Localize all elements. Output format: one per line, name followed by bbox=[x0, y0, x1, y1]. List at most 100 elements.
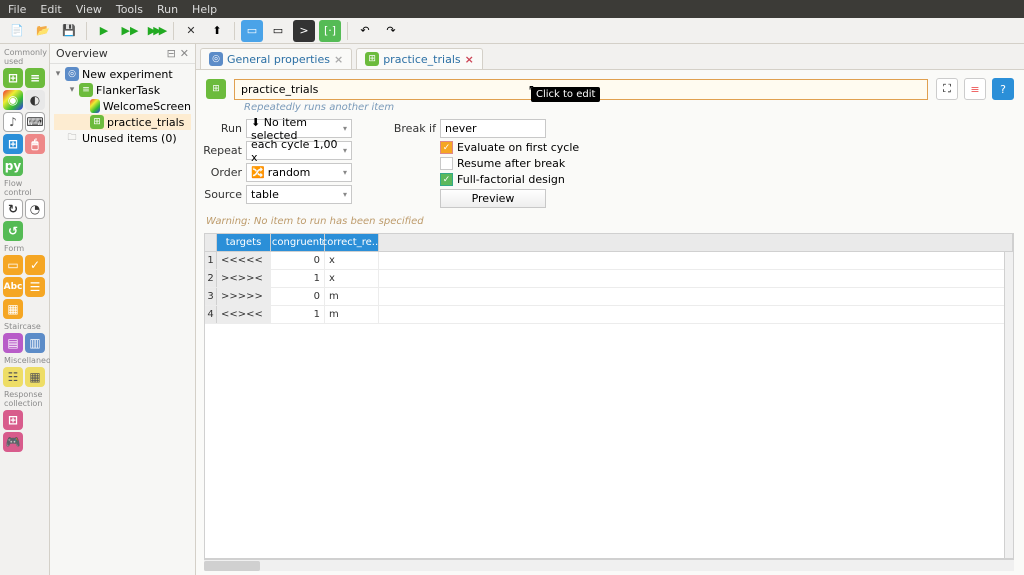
feedback-item-icon[interactable]: ◐ bbox=[25, 90, 45, 110]
loop-icon: ⊞ bbox=[90, 115, 104, 129]
sketchpad-item-icon[interactable]: ◉ bbox=[3, 90, 23, 110]
joystick-item-icon[interactable]: ⊞ bbox=[3, 410, 23, 430]
inline-code-icon[interactable]: ▦ bbox=[25, 367, 45, 387]
form-text-icon[interactable]: Abc bbox=[3, 277, 23, 297]
sequence-icon: ≡ bbox=[79, 83, 93, 97]
run-select[interactable]: ⬇ No item selected bbox=[246, 119, 352, 138]
sampler-item-icon[interactable]: ♪ bbox=[3, 112, 23, 132]
table-horizontal-scrollbar[interactable] bbox=[204, 559, 1014, 571]
order-select[interactable]: 🔀random bbox=[246, 163, 352, 182]
monitor-icon[interactable]: ▭ bbox=[241, 20, 263, 42]
tab-practice-trials[interactable]: ⊞practice_trials× bbox=[356, 48, 483, 69]
save-icon[interactable]: 💾 bbox=[58, 20, 80, 42]
tree-unused[interactable]: 🗀Unused items (0) bbox=[54, 130, 191, 146]
table-row[interactable]: 1<<<<<0x bbox=[205, 252, 1013, 270]
menu-view[interactable]: View bbox=[76, 3, 102, 16]
run-quick-icon[interactable]: ▶▶▶ bbox=[145, 20, 167, 42]
toolbox-group-response: Response collection bbox=[4, 390, 47, 408]
menu-tools[interactable]: Tools bbox=[116, 3, 143, 16]
fullscreen-icon[interactable]: ⛶ bbox=[936, 78, 958, 100]
experiment-icon: ◎ bbox=[209, 52, 223, 66]
terminal-icon[interactable]: > bbox=[293, 20, 315, 42]
overview-collapse-icon[interactable]: ⊟ bbox=[167, 47, 176, 60]
overview-close-icon[interactable]: ✕ bbox=[180, 47, 189, 60]
upload-icon[interactable]: ⬆ bbox=[206, 20, 228, 42]
toolbox-group-staircase: Staircase bbox=[4, 322, 47, 331]
help-icon[interactable]: ? bbox=[992, 78, 1014, 100]
no-item-warning: Warning: No item to run has been specifi… bbox=[196, 212, 1024, 231]
kill-icon[interactable]: ✕ bbox=[180, 20, 202, 42]
source-label: Source bbox=[196, 188, 242, 201]
undo-icon[interactable]: ↶ bbox=[354, 20, 376, 42]
order-label: Order bbox=[196, 166, 242, 179]
toolbar: 📄 📂 💾 ▶ ▶▶ ▶▶▶ ✕ ⬆ ▭ ▭ > [·] ↶ ↷ bbox=[0, 18, 1024, 44]
loop-table[interactable]: targets congruent correct_re... 1<<<<<0x… bbox=[204, 233, 1014, 559]
menu-file[interactable]: File bbox=[8, 3, 26, 16]
new-icon[interactable]: 📄 bbox=[6, 20, 28, 42]
column-header-congruent[interactable]: congruent bbox=[271, 234, 325, 252]
loop-icon: ⊞ bbox=[206, 79, 226, 99]
toolbox-group-flow: Flow control bbox=[4, 179, 47, 197]
tree-root[interactable]: ▾◎New experiment bbox=[54, 66, 191, 82]
eval-first-checkbox[interactable]: ✓ bbox=[440, 141, 453, 154]
table-row[interactable]: 3>>>>>0m bbox=[205, 288, 1013, 306]
keyboard-item-icon[interactable]: ⌨ bbox=[25, 112, 45, 132]
column-header-correct[interactable]: correct_re... bbox=[325, 234, 379, 252]
staircase-init-icon[interactable]: ▤ bbox=[3, 333, 23, 353]
source-select[interactable]: table bbox=[246, 185, 352, 204]
breakif-label: Break if bbox=[392, 122, 436, 135]
fullfactorial-checkbox[interactable]: ✓ bbox=[440, 173, 453, 186]
open-icon[interactable]: 📂 bbox=[32, 20, 54, 42]
loop-icon: ⊞ bbox=[365, 52, 379, 66]
experiment-tree: ▾◎New experiment ▾≡FlankerTask WelcomeSc… bbox=[50, 64, 195, 148]
form-display-icon[interactable]: ▦ bbox=[3, 299, 23, 319]
run-fast-icon[interactable]: ▶▶ bbox=[119, 20, 141, 42]
tab-general-properties[interactable]: ◎General properties× bbox=[200, 48, 352, 69]
bracket-icon[interactable]: [·] bbox=[319, 20, 341, 42]
table-row[interactable]: 2><>><1x bbox=[205, 270, 1013, 288]
item-toolbox: Commonly used ⊞≡ ◉◐ ♪⌨ ⊞🖱 py Flow contro… bbox=[0, 44, 50, 575]
tree-sequence[interactable]: ▾≡FlankerTask bbox=[54, 82, 191, 98]
editor-tabs: ◎General properties× ⊞practice_trials× bbox=[196, 44, 1024, 70]
tree-welcome[interactable]: WelcomeScreen bbox=[54, 98, 191, 114]
item-subtitle[interactable]: Repeatedly runs another item bbox=[196, 102, 1024, 113]
wait-item-icon[interactable]: ◔ bbox=[25, 199, 45, 219]
table-row[interactable]: 4<<><<1m bbox=[205, 306, 1013, 324]
form-consent-icon[interactable]: ✓ bbox=[25, 255, 45, 275]
toolbox-group-misc: Miscellaneous bbox=[4, 356, 47, 365]
table-vertical-scrollbar[interactable] bbox=[1004, 252, 1014, 558]
column-header-targets[interactable]: targets bbox=[217, 234, 271, 252]
window-icon[interactable]: ▭ bbox=[267, 20, 289, 42]
table-corner[interactable] bbox=[205, 234, 217, 252]
form-base-icon[interactable]: ▭ bbox=[3, 255, 23, 275]
tab-close-icon[interactable]: × bbox=[334, 53, 343, 66]
gamepad-item-icon[interactable]: 🎮 bbox=[3, 432, 23, 452]
run-label: Run bbox=[196, 122, 242, 135]
repeat-select[interactable]: each cycle 1,00 x bbox=[246, 141, 352, 160]
script-item-icon[interactable]: py bbox=[3, 156, 23, 176]
redo-icon[interactable]: ↷ bbox=[380, 20, 402, 42]
view-script-icon[interactable]: ≡ bbox=[964, 78, 986, 100]
preview-button[interactable]: Preview bbox=[440, 189, 546, 208]
sequence-item-icon[interactable]: ≡ bbox=[25, 68, 45, 88]
staircase-next-icon[interactable]: ▥ bbox=[25, 333, 45, 353]
reset-item-icon[interactable]: ↺ bbox=[3, 221, 23, 241]
breakif-input[interactable] bbox=[440, 119, 546, 138]
run-icon[interactable]: ▶ bbox=[93, 20, 115, 42]
loop-item-icon[interactable]: ⊞ bbox=[3, 68, 23, 88]
logger-item-icon[interactable]: ⊞ bbox=[3, 134, 23, 154]
menu-edit[interactable]: Edit bbox=[40, 3, 61, 16]
repeat-item-icon[interactable]: ↻ bbox=[3, 199, 23, 219]
toolbox-group-form: Form bbox=[4, 244, 47, 253]
item-name-input[interactable] bbox=[234, 79, 928, 100]
tab-close-icon[interactable]: × bbox=[465, 53, 474, 66]
loop-properties-form: Run⬇ No item selected Repeateach cycle 1… bbox=[196, 113, 1024, 212]
mouse-item-icon[interactable]: 🖱 bbox=[25, 134, 45, 154]
notepad-item-icon[interactable]: ☷ bbox=[3, 367, 23, 387]
resume-checkbox[interactable] bbox=[440, 157, 453, 170]
menu-run[interactable]: Run bbox=[157, 3, 178, 16]
tree-practice-trials[interactable]: ⊞practice_trials bbox=[54, 114, 191, 130]
menu-help[interactable]: Help bbox=[192, 3, 217, 16]
editor-area: ◎General properties× ⊞practice_trials× ⊞… bbox=[196, 44, 1024, 575]
form-mc-icon[interactable]: ☰ bbox=[25, 277, 45, 297]
